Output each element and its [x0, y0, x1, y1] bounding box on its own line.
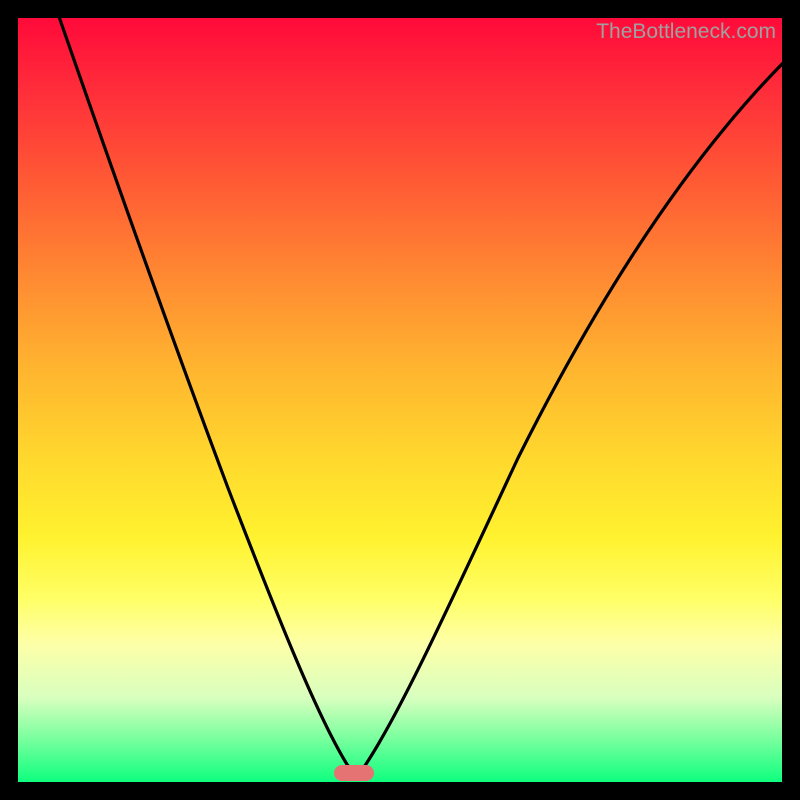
curve-path	[56, 18, 782, 770]
watermark-text: TheBottleneck.com	[596, 20, 776, 44]
plot-area: TheBottleneck.com	[18, 18, 782, 782]
chart-stage: TheBottleneck.com	[0, 0, 800, 800]
bottleneck-curve	[18, 18, 782, 782]
optimal-marker	[334, 765, 374, 781]
